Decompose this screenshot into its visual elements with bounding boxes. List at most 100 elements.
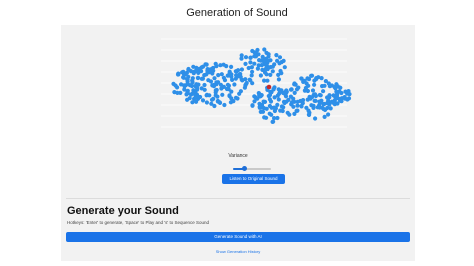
sound-point[interactable]: [281, 58, 286, 64]
sound-point[interactable]: [248, 78, 253, 83]
sound-point[interactable]: [319, 98, 324, 103]
sound-point[interactable]: [218, 82, 223, 87]
sound-point[interactable]: [291, 96, 296, 101]
sound-point[interactable]: [261, 106, 266, 111]
sound-point[interactable]: [293, 82, 298, 87]
sound-point[interactable]: [208, 79, 214, 84]
sound-point[interactable]: [232, 82, 237, 87]
sound-point[interactable]: [237, 91, 242, 96]
sound-point[interactable]: [188, 69, 193, 74]
sound-point[interactable]: [266, 54, 271, 59]
sound-point[interactable]: [281, 99, 287, 104]
sound-point[interactable]: [282, 65, 287, 70]
sound-point[interactable]: [313, 116, 318, 121]
sound-point[interactable]: [200, 98, 206, 103]
sound-point[interactable]: [338, 85, 343, 90]
sound-point[interactable]: [200, 76, 205, 81]
sound-point[interactable]: [173, 83, 178, 88]
sound-point[interactable]: [202, 82, 207, 88]
sound-point[interactable]: [337, 89, 342, 94]
sound-point[interactable]: [322, 83, 327, 88]
sound-point[interactable]: [327, 84, 332, 89]
sound-point[interactable]: [262, 115, 267, 120]
sound-point[interactable]: [200, 64, 206, 69]
sound-point[interactable]: [196, 75, 201, 80]
sound-point[interactable]: [262, 47, 267, 52]
sound-point[interactable]: [209, 97, 215, 102]
sound-point[interactable]: [249, 65, 254, 70]
sound-point[interactable]: [265, 78, 270, 83]
sound-point[interactable]: [190, 100, 195, 105]
sound-point[interactable]: [284, 88, 289, 94]
sound-point[interactable]: [272, 116, 277, 121]
sound-point[interactable]: [227, 71, 232, 76]
sound-point[interactable]: [229, 89, 234, 94]
sound-point[interactable]: [260, 54, 265, 59]
sound-point[interactable]: [301, 79, 306, 84]
sound-point[interactable]: [312, 98, 317, 103]
sound-point[interactable]: [291, 104, 296, 109]
sound-point[interactable]: [322, 114, 327, 119]
sound-point[interactable]: [212, 103, 217, 109]
sound-point[interactable]: [258, 109, 263, 114]
sound-point[interactable]: [182, 84, 187, 89]
sound-point[interactable]: [277, 55, 283, 60]
sound-point[interactable]: [175, 90, 180, 95]
listen-original-button[interactable]: Listen to Original Sound: [222, 174, 285, 184]
sound-point[interactable]: [305, 97, 310, 102]
sound-point[interactable]: [325, 100, 330, 105]
selected-sound-point[interactable]: [266, 84, 272, 90]
sound-point[interactable]: [321, 89, 326, 94]
sound-point[interactable]: [259, 63, 264, 68]
sound-point[interactable]: [294, 87, 300, 92]
sound-point[interactable]: [299, 104, 304, 109]
sound-point[interactable]: [323, 107, 328, 112]
sound-point[interactable]: [249, 73, 254, 78]
sound-point[interactable]: [204, 62, 209, 67]
sound-point[interactable]: [268, 72, 273, 77]
sound-point[interactable]: [335, 101, 340, 106]
sound-point[interactable]: [219, 72, 224, 77]
sound-point[interactable]: [266, 58, 271, 64]
sound-point[interactable]: [276, 77, 281, 82]
sound-point[interactable]: [270, 119, 275, 124]
sound-point[interactable]: [222, 78, 228, 83]
sound-point[interactable]: [269, 112, 274, 117]
sound-point[interactable]: [194, 67, 199, 72]
sound-point[interactable]: [238, 74, 243, 79]
sound-point[interactable]: [254, 51, 259, 56]
sound-point[interactable]: [259, 93, 264, 98]
sound-point[interactable]: [252, 61, 257, 66]
sound-point[interactable]: [317, 105, 322, 110]
sound-point[interactable]: [235, 96, 240, 101]
sound-point[interactable]: [189, 83, 194, 88]
sound-point[interactable]: [229, 64, 234, 69]
sound-point[interactable]: [185, 97, 190, 102]
sound-point[interactable]: [196, 82, 201, 87]
sound-point[interactable]: [209, 69, 215, 74]
sound-point[interactable]: [214, 64, 219, 69]
sound-point[interactable]: [242, 85, 247, 90]
sound-point[interactable]: [244, 80, 249, 86]
sound-point[interactable]: [184, 70, 189, 75]
sound-point[interactable]: [270, 69, 275, 74]
sound-point[interactable]: [267, 103, 272, 109]
sound-point[interactable]: [294, 108, 299, 113]
sound-point[interactable]: [195, 94, 200, 99]
sound-point[interactable]: [347, 92, 352, 97]
sound-point[interactable]: [257, 104, 262, 109]
sound-point[interactable]: [184, 92, 189, 97]
sound-point[interactable]: [289, 100, 294, 105]
sound-point[interactable]: [306, 83, 311, 88]
sound-point[interactable]: [239, 53, 244, 58]
variance-slider-thumb[interactable]: [241, 166, 247, 171]
sound-point[interactable]: [219, 86, 224, 91]
sound-point[interactable]: [263, 67, 268, 72]
sound-point[interactable]: [334, 94, 339, 99]
sound-point[interactable]: [312, 78, 317, 83]
sound-point[interactable]: [258, 73, 263, 78]
sound-point[interactable]: [248, 60, 253, 65]
sound-point[interactable]: [243, 55, 249, 60]
sound-point[interactable]: [243, 61, 248, 66]
sound-point[interactable]: [292, 90, 297, 95]
